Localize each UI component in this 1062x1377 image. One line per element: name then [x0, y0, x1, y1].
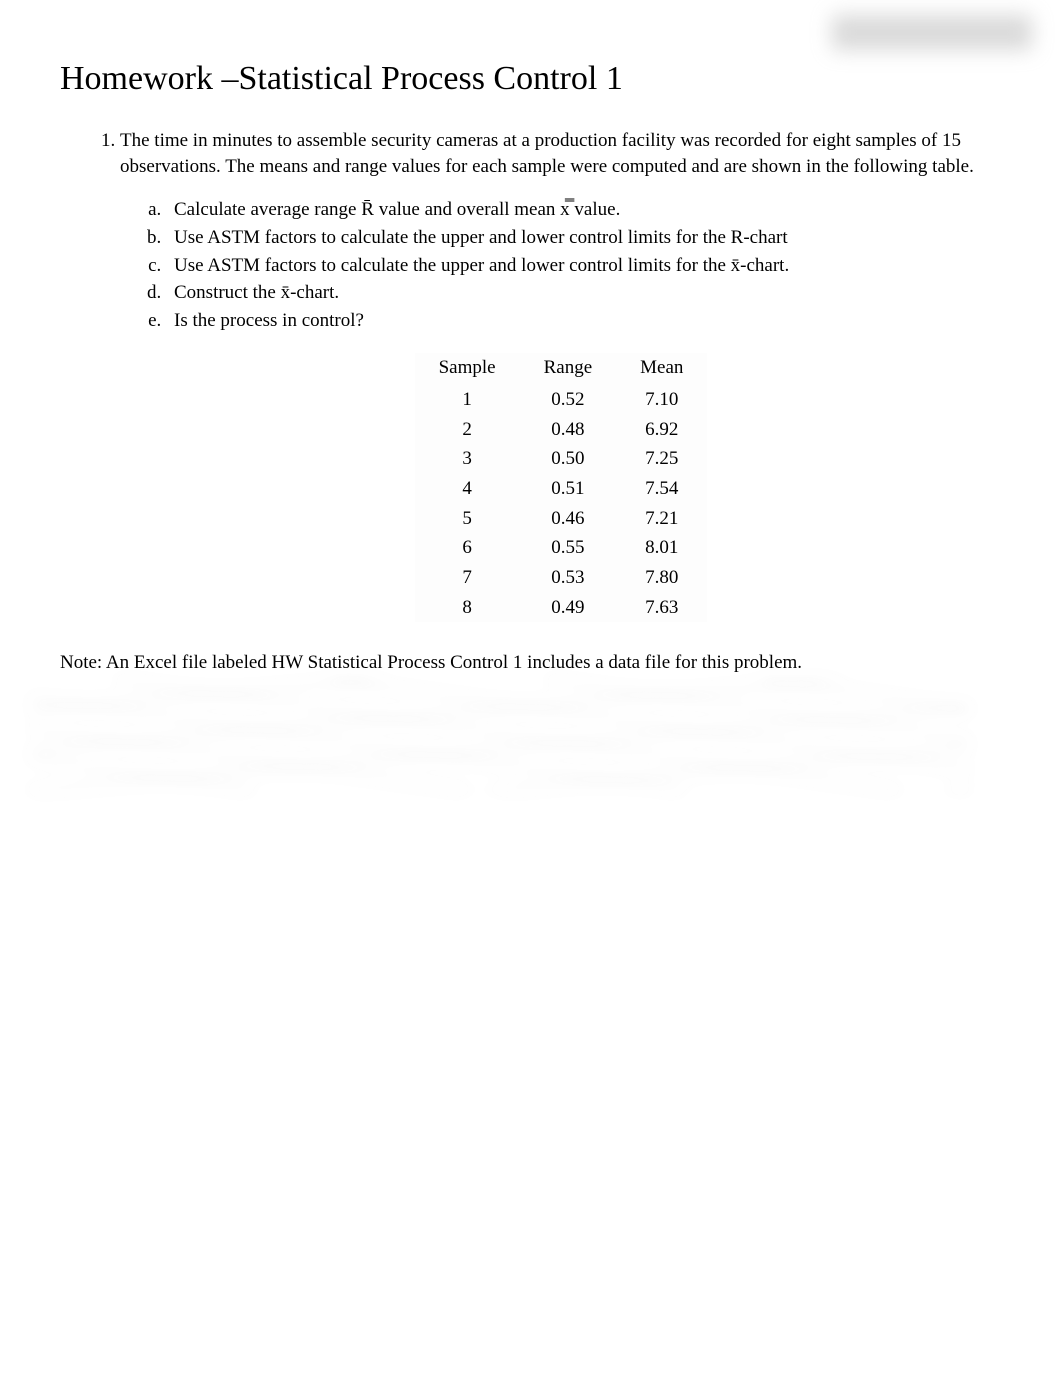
- xbar-symbol-2: x̄: [281, 282, 291, 303]
- cell-mean: 7.80: [616, 563, 707, 593]
- question-list: The time in minutes to assemble security…: [60, 128, 1002, 622]
- col-mean: Mean: [616, 353, 707, 385]
- table-row: 3 0.50 7.25: [415, 444, 708, 474]
- rbar-symbol: R̄: [361, 199, 374, 220]
- col-sample: Sample: [415, 353, 520, 385]
- subpart-a-text-mid: value and overall mean: [374, 199, 560, 220]
- subpart-c-text-pre: Use ASTM factors to calculate the upper …: [174, 255, 731, 276]
- cell-range: 0.53: [520, 563, 617, 593]
- question-1-intro: The time in minutes to assemble security…: [120, 128, 1002, 179]
- cell-range: 0.52: [520, 385, 617, 415]
- cell-sample: 4: [415, 474, 520, 504]
- cell-range: 0.48: [520, 415, 617, 445]
- table-row: 5 0.46 7.21: [415, 504, 708, 534]
- cell-sample: 6: [415, 533, 520, 563]
- subpart-a: Calculate average range R̄ value and ove…: [166, 197, 1002, 223]
- cell-range: 0.50: [520, 444, 617, 474]
- data-table: Sample Range Mean 1 0.52 7.10 2 0.48 6.9…: [415, 353, 708, 622]
- cell-sample: 8: [415, 593, 520, 623]
- table-row: 6 0.55 8.01: [415, 533, 708, 563]
- cell-range: 0.46: [520, 504, 617, 534]
- subpart-e: Is the process in control?: [166, 308, 1002, 334]
- subpart-d-text-post: -chart.: [290, 282, 339, 303]
- table-row: 2 0.48 6.92: [415, 415, 708, 445]
- cell-sample: 7: [415, 563, 520, 593]
- cell-mean: 7.21: [616, 504, 707, 534]
- cell-mean: 7.10: [616, 385, 707, 415]
- cell-sample: 5: [415, 504, 520, 534]
- cell-sample: 3: [415, 444, 520, 474]
- cell-range: 0.49: [520, 593, 617, 623]
- question-1: The time in minutes to assemble security…: [120, 128, 1002, 622]
- table-row: 4 0.51 7.54: [415, 474, 708, 504]
- cell-mean: 8.01: [616, 533, 707, 563]
- subpart-a-text-post: value.: [570, 199, 621, 220]
- subpart-b: Use ASTM factors to calculate the upper …: [166, 225, 1002, 251]
- subpart-d: Construct the x̄-chart.: [166, 280, 1002, 306]
- blurred-handwritten-work: [30, 680, 970, 790]
- table-row: 7 0.53 7.80: [415, 563, 708, 593]
- cell-sample: 1: [415, 385, 520, 415]
- subpart-c-text-post: -chart.: [740, 255, 789, 276]
- table-row: 8 0.49 7.63: [415, 593, 708, 623]
- xbar-symbol: x̄: [731, 255, 741, 276]
- xdoublebar-symbol: x̿: [560, 199, 570, 220]
- cell-mean: 7.54: [616, 474, 707, 504]
- subpart-d-text-pre: Construct the: [174, 282, 281, 303]
- cell-mean: 7.25: [616, 444, 707, 474]
- cell-sample: 2: [415, 415, 520, 445]
- col-range: Range: [520, 353, 617, 385]
- header-blurred-text: [832, 15, 1032, 50]
- subpart-c: Use ASTM factors to calculate the upper …: [166, 253, 1002, 279]
- note-text: Note: An Excel file labeled HW Statistic…: [60, 652, 1002, 674]
- page-title: Homework –Statistical Process Control 1: [60, 60, 1002, 98]
- cell-range: 0.51: [520, 474, 617, 504]
- cell-range: 0.55: [520, 533, 617, 563]
- cell-mean: 7.63: [616, 593, 707, 623]
- cell-mean: 6.92: [616, 415, 707, 445]
- question-1-subparts: Calculate average range R̄ value and ove…: [120, 197, 1002, 333]
- subpart-a-text-pre: Calculate average range: [174, 199, 361, 220]
- table-row: 1 0.52 7.10: [415, 385, 708, 415]
- table-header-row: Sample Range Mean: [415, 353, 708, 385]
